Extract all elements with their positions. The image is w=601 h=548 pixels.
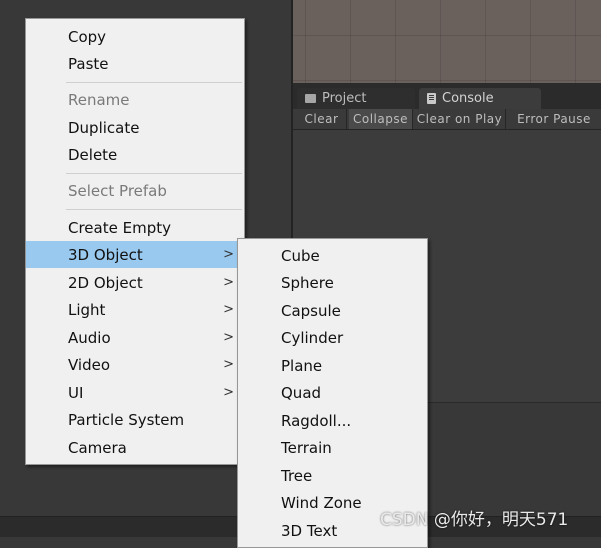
submenu-3d-object: Cube Sphere Capsule Cylinder Plane Quad … <box>237 238 428 548</box>
submenu-item-terrain[interactable]: Terrain <box>238 434 427 461</box>
tab-bar: Project Console <box>293 83 601 109</box>
submenu-item-label: Tree <box>281 466 313 485</box>
menu-item-copy[interactable]: Copy <box>26 23 244 50</box>
watermark: CSDN @你好，明天571 <box>380 510 569 530</box>
menu-item-duplicate[interactable]: Duplicate <box>26 114 244 141</box>
menu-item-label: Duplicate <box>68 118 140 137</box>
menu-item-label: Select Prefab <box>68 181 167 200</box>
menu-item-label: Video <box>68 355 111 374</box>
menu-item-video[interactable]: Video > <box>26 351 244 378</box>
menu-item-label: Rename <box>68 90 130 109</box>
menu-item-ui[interactable]: UI > <box>26 379 244 406</box>
tab-project[interactable]: Project <box>297 88 415 109</box>
error-pause-toggle[interactable]: Error Pause <box>507 109 601 129</box>
menu-item-label: Camera <box>68 438 127 457</box>
menu-item-label: Light <box>68 300 106 319</box>
menu-item-light[interactable]: Light > <box>26 296 244 323</box>
submenu-item-cylinder[interactable]: Cylinder <box>238 324 427 351</box>
scene-view[interactable] <box>293 0 601 83</box>
menu-item-2d-object[interactable]: 2D Object > <box>26 269 244 296</box>
submenu-item-quad[interactable]: Quad <box>238 379 427 406</box>
menu-item-label: UI <box>68 383 84 402</box>
menu-item-particle-system[interactable]: Particle System <box>26 406 244 433</box>
menu-item-create-empty[interactable]: Create Empty <box>26 214 244 241</box>
menu-item-camera[interactable]: Camera <box>26 434 244 461</box>
submenu-item-label: Capsule <box>281 301 341 320</box>
chevron-right-icon: > <box>223 275 234 290</box>
submenu-item-sphere[interactable]: Sphere <box>238 269 427 296</box>
submenu-item-label: Sphere <box>281 273 334 292</box>
submenu-item-capsule[interactable]: Capsule <box>238 297 427 324</box>
menu-item-label: Paste <box>68 54 109 73</box>
console-icon <box>427 93 436 104</box>
menu-separator <box>66 173 242 174</box>
submenu-item-label: Cylinder <box>281 328 344 347</box>
submenu-item-label: Plane <box>281 356 323 375</box>
context-menu: Copy Paste Rename Duplicate Delete Selec… <box>25 18 245 465</box>
clear-button[interactable]: Clear <box>297 109 347 129</box>
chevron-right-icon: > <box>223 247 234 262</box>
menu-item-select-prefab: Select Prefab <box>26 177 244 204</box>
submenu-item-label: Terrain <box>281 438 332 457</box>
menu-item-rename: Rename <box>26 86 244 113</box>
menu-item-label: 2D Object <box>68 273 143 292</box>
chevron-right-icon: > <box>223 357 234 372</box>
menu-item-paste[interactable]: Paste <box>26 50 244 77</box>
menu-separator <box>66 82 242 83</box>
submenu-item-plane[interactable]: Plane <box>238 352 427 379</box>
menu-item-label: Copy <box>68 27 107 46</box>
menu-separator <box>66 209 242 210</box>
tab-console[interactable]: Console <box>419 88 541 109</box>
submenu-item-label: Wind Zone <box>281 493 362 512</box>
menu-item-label: Particle System <box>68 410 185 429</box>
menu-item-3d-object[interactable]: 3D Object > <box>26 241 244 268</box>
console-toolbar: Clear Collapse Clear on Play Error Pause <box>293 109 601 130</box>
menu-item-audio[interactable]: Audio > <box>26 324 244 351</box>
tab-project-label: Project <box>322 91 367 106</box>
submenu-item-label: Cube <box>281 246 320 265</box>
collapse-toggle[interactable]: Collapse <box>349 109 413 129</box>
submenu-item-cube[interactable]: Cube <box>238 242 427 269</box>
submenu-item-ragdoll[interactable]: Ragdoll... <box>238 407 427 434</box>
menu-item-label: Audio <box>68 328 111 347</box>
chevron-right-icon: > <box>223 302 234 317</box>
menu-item-label: Delete <box>68 145 118 164</box>
submenu-item-label: Ragdoll... <box>281 411 352 430</box>
chevron-right-icon: > <box>223 385 234 400</box>
submenu-item-tree[interactable]: Tree <box>238 462 427 489</box>
submenu-item-label: Quad <box>281 383 322 402</box>
folder-icon <box>305 94 316 103</box>
menu-item-label: 3D Object <box>68 245 143 264</box>
tab-console-label: Console <box>442 91 494 106</box>
clear-on-play-toggle[interactable]: Clear on Play <box>414 109 506 129</box>
menu-item-label: Create Empty <box>68 218 171 237</box>
chevron-right-icon: > <box>223 330 234 345</box>
menu-item-delete[interactable]: Delete <box>26 141 244 168</box>
